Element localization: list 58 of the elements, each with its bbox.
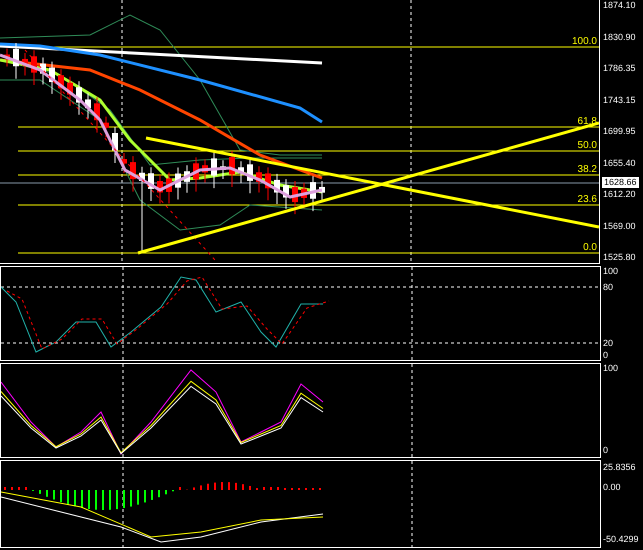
axis-label: 100: [603, 266, 618, 277]
candlestick: [166, 172, 172, 204]
axis-label: 0: [603, 350, 608, 361]
candlestick: [121, 152, 127, 174]
candlestick: [76, 80, 82, 116]
candlestick: [202, 158, 208, 184]
candlestick: [184, 164, 190, 194]
fibonacci-level-label: 23.6: [578, 194, 597, 205]
candlestick: [31, 50, 37, 86]
candlestick: [148, 166, 154, 202]
candlestick: [4, 48, 10, 67]
candlestick: [301, 182, 307, 209]
candlestick: [238, 160, 244, 184]
candlestick: [67, 76, 73, 106]
candlestick: [130, 156, 136, 192]
candlestick: [85, 92, 91, 120]
candlestick: [193, 156, 199, 192]
candlestick: [112, 126, 118, 164]
axis-label: -50.4299: [603, 534, 639, 545]
axis-label: 1612.20: [603, 189, 637, 200]
axis-label: 20: [603, 338, 614, 349]
axis-label: 25.8356: [603, 462, 636, 473]
current-price-label: 1628.66: [602, 177, 639, 188]
axis-label: 1786.35: [603, 63, 637, 74]
axis-label: 1699.95: [603, 126, 637, 137]
axis-label: 1525.80: [603, 252, 637, 263]
candlestick: [22, 52, 28, 76]
fibonacci-level-label: 100.0: [572, 36, 597, 47]
candlestick: [247, 158, 253, 194]
axis-label: 1655.40: [603, 158, 637, 168]
candlestick: [274, 173, 280, 204]
candlestick: [58, 68, 64, 100]
candlestick: [49, 61, 55, 94]
candlestick: [229, 150, 235, 188]
axis-label: 1569.00: [603, 220, 637, 232]
axis-label: 1743.15: [603, 94, 637, 106]
candlestick: [175, 167, 181, 200]
candlestick: [292, 180, 298, 215]
candlestick: [265, 166, 271, 201]
candlestick: [103, 116, 109, 138]
axis-label: 0.00: [603, 482, 621, 493]
axis-label: 80: [603, 282, 614, 293]
candlestick: [157, 174, 163, 204]
candlestick: [40, 57, 46, 85]
candlestick: [94, 96, 100, 134]
axis-label: 1874.10: [603, 0, 637, 11]
candlestick: [13, 42, 19, 80]
axis-label: 0: [603, 445, 608, 456]
axis-label: 1830.90: [603, 32, 637, 42]
axis-label: 100: [603, 363, 618, 374]
candlestick: [220, 160, 226, 180]
candlestick: [256, 166, 262, 194]
fibonacci-level-label: 0.0: [583, 242, 597, 253]
candlestick: [283, 178, 289, 210]
candlestick: [310, 176, 316, 212]
candlestick: [211, 152, 217, 189]
fibonacci-level-label: 38.2: [578, 164, 597, 175]
fibonacci-level-label: 50.0: [578, 140, 597, 151]
